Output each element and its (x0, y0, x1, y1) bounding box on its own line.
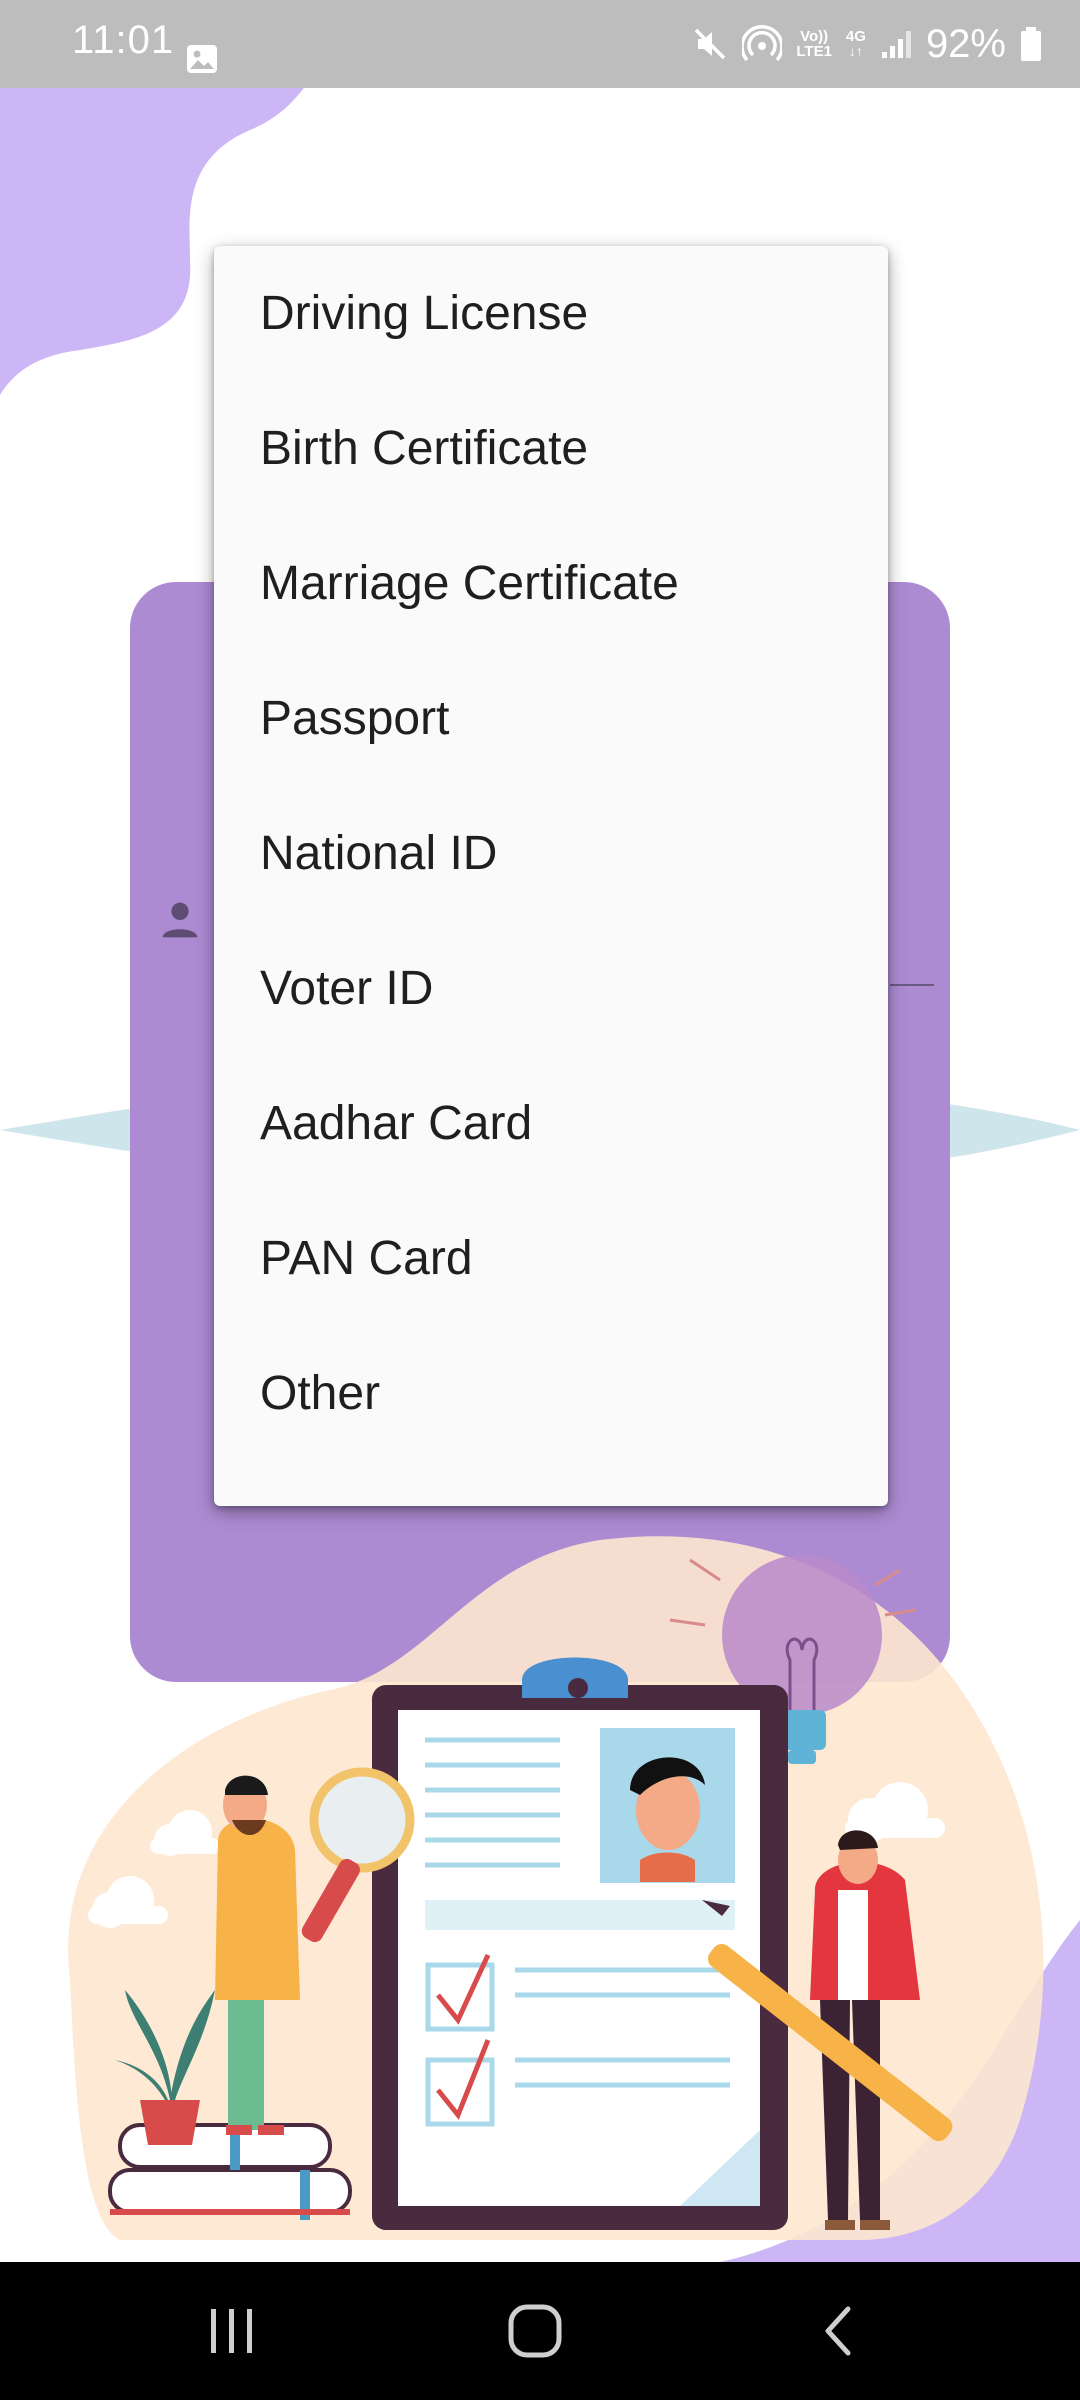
mute-icon (695, 28, 726, 60)
home-icon (508, 2304, 562, 2358)
field-underline (890, 984, 934, 986)
home-button[interactable] (445, 2262, 625, 2400)
status-bar: 11:01 Vo)) LTE1 4G ↓↑ 92% (0, 0, 1080, 88)
4g-icon: 4G ↓↑ (845, 28, 866, 59)
person-icon (162, 902, 198, 938)
menu-item-other[interactable]: Other (260, 1326, 860, 1461)
menu-item-passport[interactable]: Passport (260, 651, 860, 786)
status-time: 11:01 (72, 18, 175, 62)
menu-item-voter-id[interactable]: Voter ID (260, 921, 860, 1056)
battery-percent: 92% (925, 21, 1006, 66)
back-icon (825, 2306, 851, 2356)
back-button[interactable] (748, 2262, 928, 2400)
recent-apps-button[interactable] (142, 2262, 322, 2400)
status-icons: Vo)) LTE1 4G ↓↑ 92% (692, 18, 1042, 70)
volte-icon: Vo)) LTE1 (796, 28, 832, 60)
hotspot-icon (742, 25, 783, 62)
battery-icon (1021, 27, 1041, 61)
menu-item-aadhar-card[interactable]: Aadhar Card (260, 1056, 860, 1191)
menu-item-birth-certificate[interactable]: Birth Certificate (260, 381, 860, 516)
document-illustration (68, 1536, 1044, 2240)
menu-item-pan-card[interactable]: PAN Card (260, 1191, 860, 1326)
gallery-icon (187, 45, 217, 73)
document-type-dropdown-menu: Driving License Birth Certificate Marria… (214, 246, 888, 1506)
recent-apps-icon (211, 2309, 252, 2353)
menu-item-marriage-certificate[interactable]: Marriage Certificate (260, 516, 860, 651)
menu-item-driving-license[interactable]: Driving License (260, 246, 860, 381)
signal-icon (881, 31, 911, 58)
navigation-bar (0, 2262, 1080, 2400)
menu-item-national-id[interactable]: National ID (260, 786, 860, 921)
